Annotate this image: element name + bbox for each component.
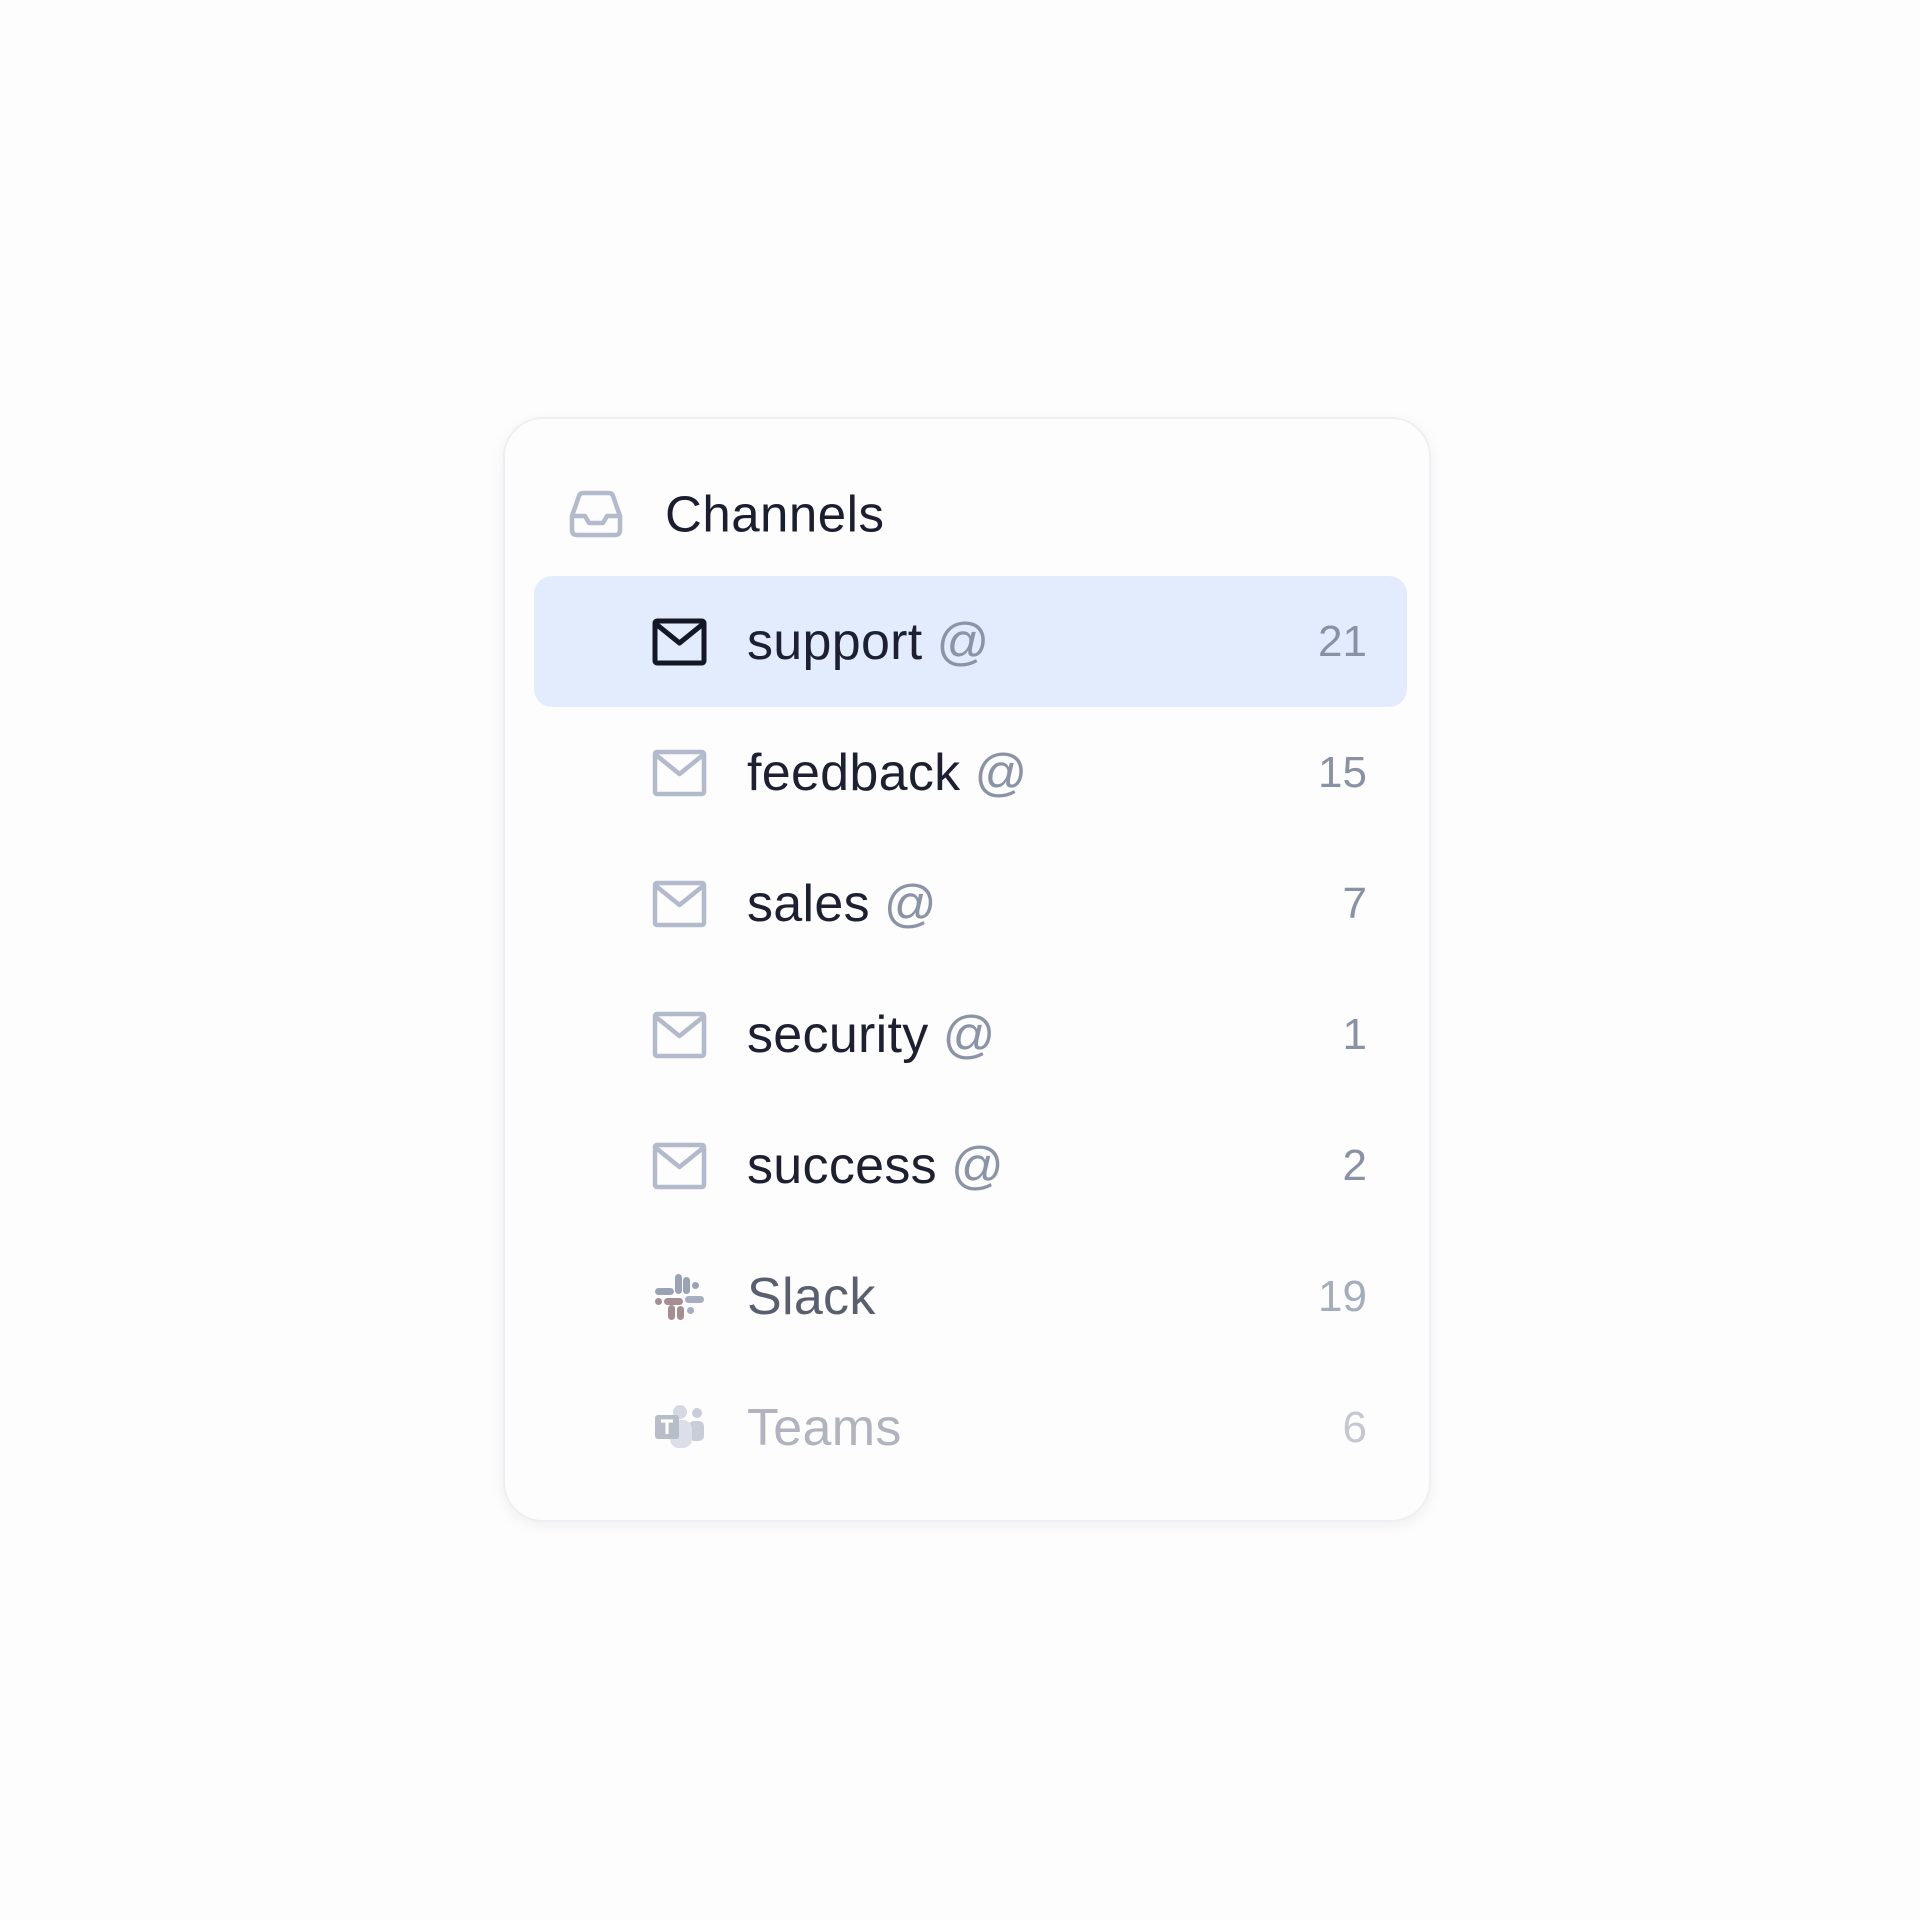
channel-count: 2 — [1342, 1140, 1367, 1190]
channel-count: 21 — [1318, 616, 1367, 666]
at-symbol: @ — [936, 612, 990, 671]
channels-header: Channels — [505, 474, 1429, 554]
channel-item-security[interactable]: security @ 1 — [534, 969, 1407, 1100]
channel-count: 1 — [1342, 1009, 1367, 1059]
channel-label: security @ — [747, 1005, 996, 1065]
channel-count: 6 — [1342, 1402, 1367, 1452]
at-symbol: @ — [950, 1136, 1005, 1195]
channels-panel: Channels support @ 21 feedback @ 15 sales — [503, 417, 1431, 1522]
channel-name: support — [747, 612, 923, 671]
teams-icon — [655, 1405, 704, 1448]
inbox-icon — [569, 490, 623, 538]
mail-icon — [652, 1011, 707, 1059]
at-symbol: @ — [974, 743, 1028, 802]
channel-item-support[interactable]: support @ 21 — [534, 576, 1407, 707]
at-symbol: @ — [942, 1005, 996, 1064]
channel-item-sales[interactable]: sales @ 7 — [534, 838, 1407, 969]
channel-count: 7 — [1342, 878, 1367, 928]
channel-item-teams[interactable]: Teams 6 — [534, 1362, 1407, 1493]
channel-item-slack[interactable]: Slack 19 — [534, 1231, 1407, 1362]
slack-icon — [655, 1274, 704, 1320]
channel-name: success — [747, 1136, 937, 1195]
channel-item-feedback[interactable]: feedback @ 15 — [534, 707, 1407, 838]
channels-title: Channels — [665, 485, 885, 543]
mail-icon — [652, 618, 707, 666]
channel-label: feedback @ — [747, 743, 1028, 803]
mail-icon — [652, 880, 707, 928]
channel-label: support @ — [747, 612, 990, 672]
channel-list: support @ 21 feedback @ 15 sales @ 7 sec… — [534, 576, 1407, 1493]
channel-label: sales @ — [747, 874, 937, 934]
mail-icon — [652, 1142, 707, 1190]
channel-name: Slack — [747, 1267, 876, 1326]
channel-name: feedback — [747, 743, 961, 802]
at-symbol: @ — [883, 874, 937, 933]
mail-icon — [652, 749, 707, 797]
channel-count: 19 — [1318, 1271, 1367, 1321]
channel-name: sales — [747, 874, 870, 933]
channel-label: success @ — [747, 1136, 1004, 1196]
channel-name: security — [747, 1005, 929, 1064]
channel-name: Teams — [747, 1398, 902, 1457]
channel-item-success[interactable]: success @ 2 — [534, 1100, 1407, 1231]
channel-count: 15 — [1318, 747, 1367, 797]
